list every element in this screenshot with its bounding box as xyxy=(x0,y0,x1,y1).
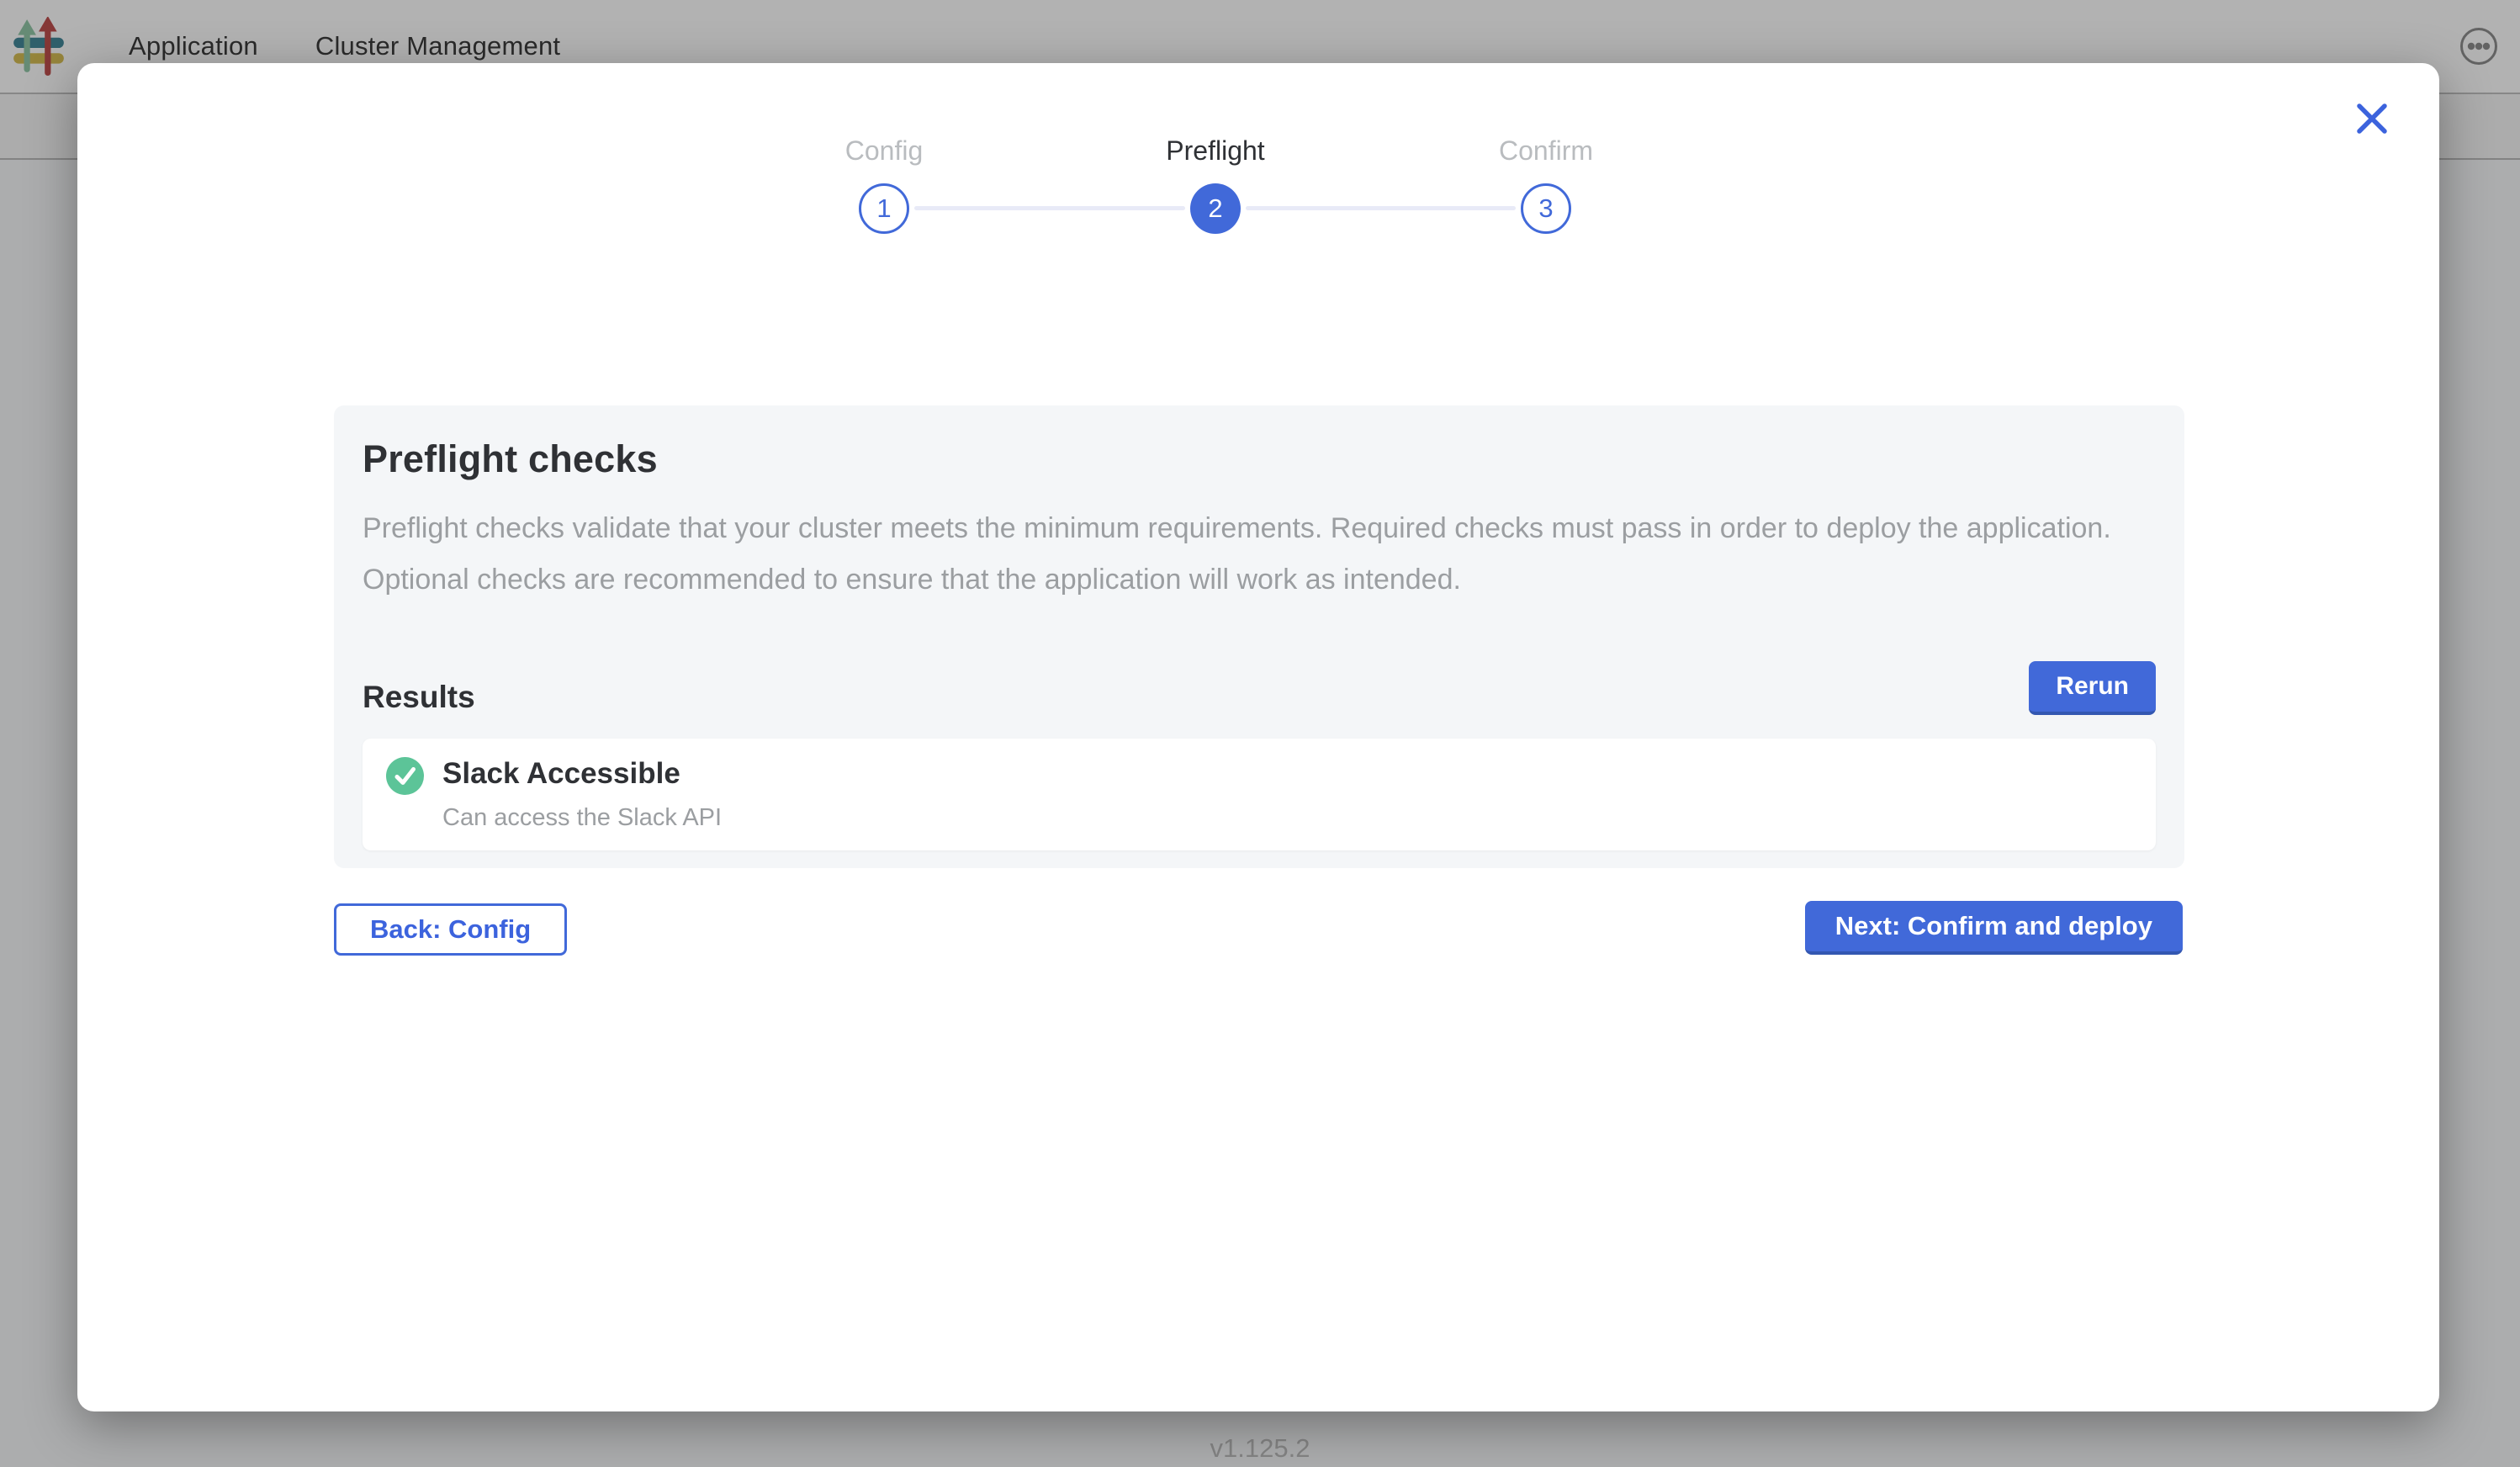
check-name: Slack Accessible xyxy=(442,755,722,792)
panel-title: Preflight checks xyxy=(363,437,2156,481)
step-config-circle[interactable]: 1 xyxy=(859,183,909,234)
step-confirm-circle[interactable]: 3 xyxy=(1521,183,1571,234)
wizard-stepper: Config 1 Preflight 2 Confirm 3 xyxy=(77,63,2439,282)
rerun-button[interactable]: Rerun xyxy=(2029,661,2156,715)
preflight-modal: Config 1 Preflight 2 Confirm 3 Preflight… xyxy=(77,63,2439,1411)
check-detail: Can access the Slack API xyxy=(442,804,722,832)
step-confirm: Confirm 3 xyxy=(1411,135,1681,234)
preflight-check-row: Slack Accessible Can access the Slack AP… xyxy=(363,739,2156,850)
results-row: Results Rerun xyxy=(363,661,2156,715)
step-preflight-circle[interactable]: 2 xyxy=(1190,183,1241,234)
check-circle-icon xyxy=(386,757,424,795)
step-preflight: Preflight 2 xyxy=(1081,135,1350,234)
step-config-label: Config xyxy=(749,135,1019,167)
preflight-panel: Preflight checks Preflight checks valida… xyxy=(334,405,2184,868)
results-heading: Results xyxy=(363,680,475,715)
step-confirm-label: Confirm xyxy=(1411,135,1681,167)
step-config: Config 1 xyxy=(749,135,1019,234)
back-config-button[interactable]: Back: Config xyxy=(334,903,567,956)
panel-description: Preflight checks validate that your clus… xyxy=(363,503,2129,606)
next-confirm-deploy-button[interactable]: Next: Confirm and deploy xyxy=(1805,901,2183,955)
check-texts: Slack Accessible Can access the Slack AP… xyxy=(442,755,722,832)
step-preflight-label: Preflight xyxy=(1081,135,1350,167)
